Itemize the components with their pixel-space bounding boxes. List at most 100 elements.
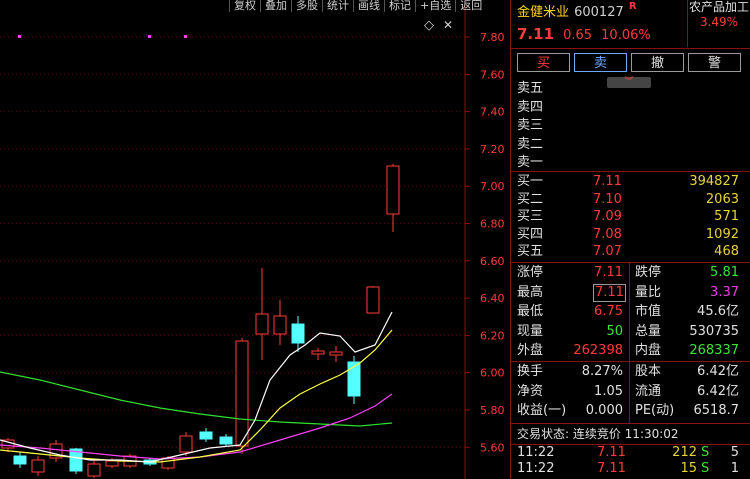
- buy-level-label: 买二: [517, 191, 544, 207]
- stat-label: 总量: [635, 323, 662, 339]
- candle-body: [291, 323, 305, 344]
- tick-time: 11:22: [517, 461, 555, 476]
- buy-level-label: 买一: [517, 174, 544, 189]
- ma60-line: [0, 371, 393, 427]
- stat-label: 最低: [517, 304, 544, 319]
- toolbar-button[interactable]: 返回: [455, 0, 486, 12]
- candle-body: [386, 165, 400, 215]
- candle-body: [219, 436, 233, 445]
- price-axis: 7.80 7.60 7.40 7.20 7.00 6.80 6.60 6.40 6.20 6.00…: [465, 31, 505, 454]
- toolbar-button[interactable]: 复权: [229, 0, 260, 12]
- candlesticks: [1, 164, 400, 478]
- tick-count: 1: [730, 461, 739, 476]
- tick-volume: 15: [680, 461, 697, 476]
- price-tick-label: 7.20: [480, 143, 505, 156]
- sell-level-label: 卖五: [517, 81, 544, 96]
- fund-label: 收益(一): [517, 403, 567, 418]
- stat-value: 50: [606, 323, 623, 339]
- buy-level-price: 7.07: [593, 244, 622, 259]
- close-icon[interactable]: ✕: [443, 18, 453, 32]
- price-tick-label: 7.80: [480, 31, 505, 44]
- toolbar-button[interactable]: 多股: [291, 0, 322, 12]
- stat-value: 5.81: [710, 265, 739, 280]
- buy-level-price: 7.09: [593, 209, 622, 224]
- sector-name: 农产品加工: [688, 0, 749, 14]
- tick-time: 11:22: [517, 445, 555, 460]
- buy-level-volume: 468: [714, 244, 739, 259]
- fund-label: 流通: [635, 383, 662, 399]
- signal-marker: [184, 35, 187, 38]
- kline-chart[interactable]: 7.80 7.60 7.40 7.20 7.00 6.80 6.60 6.40 6.20 6.00…: [0, 0, 510, 479]
- stat-label: 现量: [517, 323, 544, 339]
- buy-level-label: 买三: [517, 209, 544, 224]
- toolbar-button[interactable]: 画线: [353, 0, 384, 12]
- toolbar-button[interactable]: +自选: [415, 0, 455, 12]
- alert-button[interactable]: 警: [688, 53, 741, 72]
- stat-label: 跌停: [635, 265, 662, 280]
- buy-level-label: 买四: [517, 226, 544, 242]
- toolbar-button[interactable]: 标记: [384, 0, 415, 12]
- fund-value: 6518.7: [693, 403, 740, 418]
- stat-label: 量比: [635, 284, 662, 300]
- buy-button[interactable]: 买: [517, 53, 570, 72]
- diamond-icon[interactable]: ◇: [424, 18, 434, 33]
- sell-level-label: 卖四: [517, 99, 544, 115]
- candle-body: [179, 435, 193, 453]
- toolbar-button[interactable]: 叠加: [260, 0, 291, 12]
- tick-price: 7.11: [597, 461, 626, 476]
- price-line: 7.11 0.65 10.06%: [517, 24, 651, 43]
- stat-label: 市值: [635, 304, 662, 319]
- candle-body: [199, 431, 213, 440]
- price-change-pct: 10.06%: [601, 28, 651, 43]
- stock-code: 600127: [574, 5, 624, 20]
- buy-level-price: 7.11: [593, 174, 622, 189]
- fund-label: 换手: [517, 364, 544, 379]
- sell-button[interactable]: 卖: [574, 53, 627, 72]
- stat-value: 7.11: [593, 283, 626, 302]
- candle-body: [105, 460, 119, 467]
- stock-title: 金健米业 600127 R: [517, 1, 637, 20]
- stat-value: 262398: [573, 343, 623, 358]
- stat-value: 268337: [689, 343, 739, 358]
- fund-value: 6.42亿: [697, 364, 739, 379]
- fund-value: 6.42亿: [697, 383, 739, 399]
- candle-body: [366, 286, 380, 314]
- price-tick-label: 6.00: [480, 367, 505, 380]
- chart-toolbar: 复权 叠加 多股 统计 画线 标记 +自选 返回: [229, 0, 486, 12]
- signal-marker: [148, 35, 151, 38]
- stock-name: 金健米业: [517, 5, 570, 20]
- price-tick-label: 7.40: [480, 106, 505, 119]
- collapse-toggle[interactable]: ︾: [607, 77, 651, 88]
- candle-body: [13, 455, 27, 465]
- stat-value: 3.37: [710, 284, 739, 300]
- stat-value: 45.6亿: [697, 304, 739, 319]
- fund-value: 0.000: [585, 403, 623, 418]
- buy-level-price: 7.10: [593, 191, 622, 207]
- candle-body: [311, 350, 325, 355]
- sell-level-label: 卖一: [517, 155, 544, 170]
- tick-count: 5: [730, 445, 739, 460]
- sector-box[interactable]: 农产品加工 3.49%: [687, 0, 750, 47]
- price-tick-label: 5.60: [480, 441, 505, 454]
- buy-level-label: 买五: [517, 244, 544, 259]
- price-tick-label: 7.60: [480, 68, 505, 81]
- sector-pct: 3.49%: [699, 15, 739, 29]
- stat-label: 最高: [517, 284, 544, 300]
- buy-level-volume: 571: [714, 209, 739, 224]
- price-tick-label: 6.60: [480, 255, 505, 268]
- buy-level-price: 7.08: [593, 226, 622, 242]
- fund-label: 股本: [635, 364, 662, 379]
- candle-body: [161, 457, 175, 469]
- fund-value: 8.27%: [581, 364, 623, 379]
- tick-price: 7.11: [597, 445, 626, 460]
- margin-badge: R: [628, 1, 637, 12]
- stat-label: 涨停: [517, 265, 544, 280]
- buy-level-volume: 1092: [705, 226, 739, 242]
- toolbar-button[interactable]: 统计: [322, 0, 353, 12]
- cancel-button[interactable]: 撤: [631, 53, 684, 72]
- candle-body: [87, 463, 101, 477]
- tick-direction: S: [701, 445, 710, 460]
- ma10-line: [0, 329, 393, 463]
- trade-status: 交易状态: 连续竞价 11:30:02: [517, 427, 679, 441]
- price-tick-label: 6.80: [480, 218, 505, 231]
